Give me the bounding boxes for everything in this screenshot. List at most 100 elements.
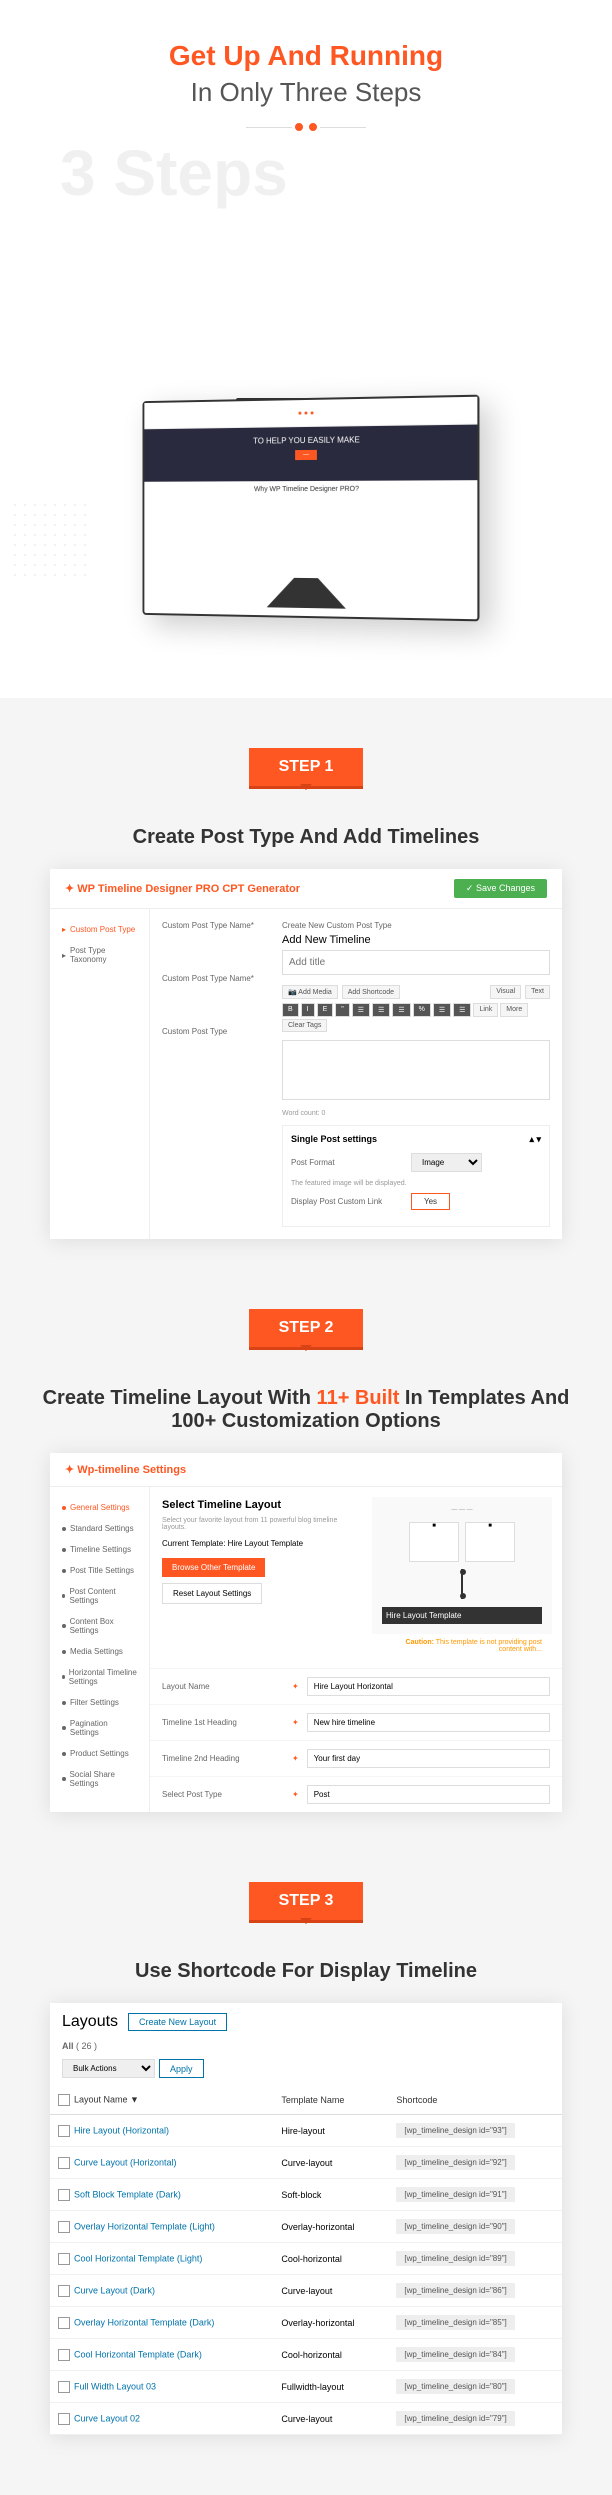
layout-link[interactable]: Overlay Horizontal Template (Dark)	[74, 2317, 214, 2327]
title-input[interactable]	[282, 950, 550, 975]
setting-input[interactable]	[307, 1713, 550, 1732]
sidebar-item[interactable]: Post Content Settings	[58, 1581, 141, 1611]
collapse-icon[interactable]: ▴ ▾	[529, 1134, 541, 1145]
sidebar-item[interactable]: Standard Settings	[58, 1518, 141, 1539]
row-checkbox[interactable]	[58, 2221, 70, 2233]
shortcode[interactable]: [wp_timeline_design id="90"]	[396, 2219, 514, 2234]
setting-row: Timeline 1st Heading✦	[150, 1704, 562, 1740]
tool[interactable]: ☰	[433, 1003, 451, 1017]
sidebar-taxonomy[interactable]: ▸ Post Type Taxonomy	[58, 940, 141, 970]
row-checkbox[interactable]	[58, 2157, 70, 2169]
sidebar-item[interactable]: Media Settings	[58, 1641, 141, 1662]
link-tool[interactable]: Link	[473, 1003, 498, 1017]
create-layout-button[interactable]: Create New Layout	[128, 2013, 227, 2031]
step2-panel: ✦ Wp-timeline Settings General Settings …	[50, 1453, 562, 1812]
row-checkbox[interactable]	[58, 2381, 70, 2393]
step2-title: Create Timeline Layout With 11+ Built In…	[20, 1387, 592, 1433]
layout-link[interactable]: Soft Block Template (Dark)	[74, 2189, 181, 2199]
save-changes-button[interactable]: ✓ Save Changes	[454, 879, 547, 898]
clear-tool[interactable]: Clear Tags	[282, 1019, 327, 1032]
step2-badge: STEP 2	[249, 1309, 364, 1347]
layout-link[interactable]: Full Width Layout 03	[74, 2381, 156, 2391]
shortcode[interactable]: [wp_timeline_design id="93"]	[396, 2123, 514, 2138]
single-post-title: Single Post settings	[291, 1134, 377, 1145]
tool[interactable]: ☰	[372, 1003, 390, 1017]
setting-row: Timeline 2nd Heading✦	[150, 1740, 562, 1776]
sidebar-item[interactable]: Pagination Settings	[58, 1713, 141, 1743]
shortcode[interactable]: [wp_timeline_design id="91"]	[396, 2187, 514, 2202]
row-checkbox[interactable]	[58, 2285, 70, 2297]
sidebar-item[interactable]: Content Box Settings	[58, 1611, 141, 1641]
shortcode[interactable]: [wp_timeline_design id="85"]	[396, 2315, 514, 2330]
monitor-illustration: ● ● ● TO HELP YOU EASILY MAKE — Why WP T…	[20, 398, 592, 678]
post-format-label: Post Format	[291, 1158, 391, 1167]
row-checkbox[interactable]	[58, 2125, 70, 2137]
layout-link[interactable]: Curve Layout 02	[74, 2413, 140, 2423]
layout-desc: Select your favorite layout from 11 powe…	[162, 1517, 350, 1531]
sidebar-item[interactable]: Filter Settings	[58, 1692, 141, 1713]
field-label: Custom Post Type Name*	[162, 921, 262, 930]
sidebar-item[interactable]: Product Settings	[58, 1743, 141, 1764]
layout-link[interactable]: Overlay Horizontal Template (Light)	[74, 2221, 215, 2231]
browse-template-button[interactable]: Browse Other Template	[162, 1558, 265, 1577]
bulk-actions-select[interactable]: Bulk Actions	[62, 2059, 155, 2078]
italic-tool[interactable]: I	[301, 1003, 315, 1017]
row-checkbox[interactable]	[58, 2349, 70, 2361]
layout-link[interactable]: Curve Layout (Horizontal)	[74, 2157, 177, 2167]
layout-link[interactable]: Hire Layout (Horizontal)	[74, 2125, 169, 2135]
row-checkbox[interactable]	[58, 2413, 70, 2425]
tool[interactable]: ☰	[453, 1003, 471, 1017]
tool[interactable]: %	[413, 1003, 431, 1017]
layout-link[interactable]: Cool Horizontal Template (Light)	[74, 2253, 202, 2263]
filter-all[interactable]: All ( 26 )	[50, 2041, 562, 2059]
tool[interactable]: ☰	[392, 1003, 410, 1017]
row-checkbox[interactable]	[58, 2253, 70, 2265]
monitor-header: ● ● ●	[144, 397, 477, 430]
yes-toggle[interactable]: Yes	[411, 1193, 450, 1210]
shortcode[interactable]: [wp_timeline_design id="86"]	[396, 2283, 514, 2298]
tool[interactable]: ☰	[352, 1003, 370, 1017]
row-checkbox[interactable]	[58, 2189, 70, 2201]
shortcode[interactable]: [wp_timeline_design id="89"]	[396, 2251, 514, 2266]
visual-tab[interactable]: Visual	[490, 985, 521, 999]
sidebar-item[interactable]: Horizontal Timeline Settings	[58, 1662, 141, 1692]
layout-link[interactable]: Cool Horizontal Template (Dark)	[74, 2349, 202, 2359]
monitor-cta: —	[295, 450, 317, 460]
monitor-banner-text: TO HELP YOU EASILY MAKE	[176, 434, 442, 446]
sidebar-item[interactable]: Social Share Settings	[58, 1764, 141, 1794]
ghost-text: 3 Steps	[20, 136, 592, 210]
sidebar-cpt[interactable]: ▸ Custom Post Type	[58, 919, 141, 940]
table-row: Overlay Horizontal Template (Light)Overl…	[50, 2211, 562, 2243]
apply-button[interactable]: Apply	[159, 2059, 204, 2078]
shortcode[interactable]: [wp_timeline_design id="84"]	[396, 2347, 514, 2362]
sidebar-item[interactable]: Post Title Settings	[58, 1560, 141, 1581]
shortcode[interactable]: [wp_timeline_design id="80"]	[396, 2379, 514, 2394]
tool[interactable]: E	[317, 1003, 334, 1017]
layout-link[interactable]: Curve Layout (Dark)	[74, 2285, 155, 2295]
tool[interactable]: "	[335, 1003, 350, 1017]
hero-title-2: In Only Three Steps	[20, 77, 592, 108]
word-count: Word count: 0	[282, 1110, 550, 1117]
setting-input[interactable]	[307, 1677, 550, 1696]
bold-tool[interactable]: B	[282, 1003, 299, 1017]
sidebar-item[interactable]: General Settings	[58, 1497, 141, 1518]
text-tab[interactable]: Text	[525, 985, 550, 999]
setting-input[interactable]	[307, 1785, 550, 1804]
sidebar-item[interactable]: Timeline Settings	[58, 1539, 141, 1560]
setting-input[interactable]	[307, 1749, 550, 1768]
select-all-checkbox[interactable]	[58, 2094, 70, 2106]
field-label: Custom Post Type Name*	[162, 974, 262, 983]
post-format-select[interactable]: Image	[411, 1153, 482, 1172]
add-shortcode-button[interactable]: Add Shortcode	[342, 985, 400, 999]
more-tool[interactable]: More	[500, 1003, 528, 1017]
shortcode[interactable]: [wp_timeline_design id="79"]	[396, 2411, 514, 2426]
step3-badge: STEP 3	[249, 1882, 364, 1920]
editor-textarea[interactable]	[282, 1040, 550, 1100]
reset-layout-button[interactable]: Reset Layout Settings	[162, 1583, 262, 1604]
add-media-button[interactable]: 📷 Add Media	[282, 985, 338, 999]
table-row: Curve Layout (Dark)Curve-layout[wp_timel…	[50, 2275, 562, 2307]
template-preview: — — — ■■ Hire Layout Template	[372, 1497, 552, 1634]
row-checkbox[interactable]	[58, 2317, 70, 2329]
shortcode[interactable]: [wp_timeline_design id="92"]	[396, 2155, 514, 2170]
panel-logo: ✦ Wp-timeline Settings	[65, 1463, 186, 1476]
